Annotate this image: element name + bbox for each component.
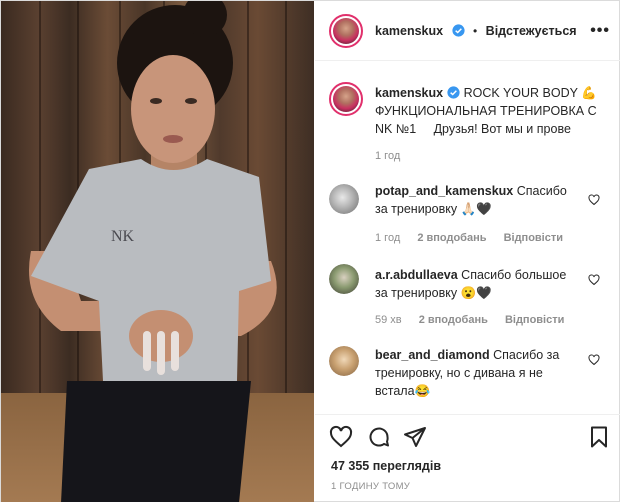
separator-dot: • xyxy=(473,24,478,38)
comment-text: Спасибо за xyxy=(493,348,560,362)
comment-text-cont: тренировку, но с дивана я не xyxy=(375,366,543,380)
woman-in-video: NK xyxy=(29,1,277,502)
caption-line2: ФУНКЦИОНАЛЬНАЯ ТРЕНИРОВКА С xyxy=(375,104,597,118)
caption-avatar[interactable] xyxy=(329,82,363,116)
caption-line1: ROCK YOUR BODY 💪 xyxy=(463,86,597,100)
post-timestamp[interactable]: 1 ГОДИНУ ТОМУ xyxy=(331,481,410,492)
comment-time: 1 год xyxy=(375,232,401,244)
reply-button[interactable]: Відповісти xyxy=(504,232,563,244)
following-button[interactable]: Відстежується xyxy=(486,24,577,38)
views-count[interactable]: 47 355 переглядів xyxy=(331,459,441,473)
heart-icon[interactable] xyxy=(329,425,353,449)
caption-username[interactable]: kamenskux xyxy=(375,86,443,100)
comment-text: Спасибо большое xyxy=(461,268,567,282)
verified-badge-icon xyxy=(451,24,465,37)
post-video[interactable]: NK xyxy=(1,1,314,502)
svg-text:NK: NK xyxy=(111,228,135,245)
bookmark-icon[interactable] xyxy=(587,425,611,449)
commenter-avatar[interactable] xyxy=(329,346,359,376)
comment-icon[interactable] xyxy=(367,425,391,449)
caption-time: 1 год xyxy=(375,150,401,162)
comment-text-cont: за тренировку 😮🖤 xyxy=(375,286,492,300)
post-header: kamenskux • Відстежується ••• xyxy=(315,1,620,61)
caption-line3: NK №1 Друзья! Вот мы и прове xyxy=(375,122,571,136)
share-icon[interactable] xyxy=(403,425,427,449)
more-icon[interactable]: ••• xyxy=(590,22,610,40)
comment-username[interactable]: a.r.abdullaeva xyxy=(375,268,458,282)
comment-text-cont: за тренировку 🙏🏻🖤 xyxy=(375,202,492,216)
comment-username[interactable]: bear_and_diamond xyxy=(375,348,490,362)
comment-text-cont: встала😂 xyxy=(375,384,431,398)
post-actions: 47 355 переглядів 1 ГОДИНУ ТОМУ xyxy=(315,414,620,502)
reply-button[interactable]: Відповісти xyxy=(505,314,564,326)
comment-like-icon[interactable] xyxy=(588,354,600,366)
comments-list: kamenskux ROCK YOUR BODY 💪 ФУНКЦИОНАЛЬНА… xyxy=(315,62,620,414)
author-username[interactable]: kamenskux xyxy=(375,24,443,38)
comment-likes[interactable]: 2 вподобань xyxy=(417,232,486,244)
comment-likes[interactable]: 2 вподобань xyxy=(419,314,488,326)
comment-username[interactable]: potap_and_kamenskux xyxy=(375,184,513,198)
comment-text: Спасибо xyxy=(516,184,567,198)
comment-time: 59 хв xyxy=(375,314,402,326)
comment-like-icon[interactable] xyxy=(588,194,600,206)
post-side-panel: kamenskux • Відстежується ••• kamenskux … xyxy=(315,1,620,502)
commenter-avatar[interactable] xyxy=(329,264,359,294)
commenter-avatar[interactable] xyxy=(329,184,359,214)
verified-badge-icon xyxy=(447,86,460,99)
author-avatar[interactable] xyxy=(329,14,363,48)
instagram-post: NK kamenskux • Відстежується ••• kamensk… xyxy=(0,0,620,502)
comment-like-icon[interactable] xyxy=(588,274,600,286)
